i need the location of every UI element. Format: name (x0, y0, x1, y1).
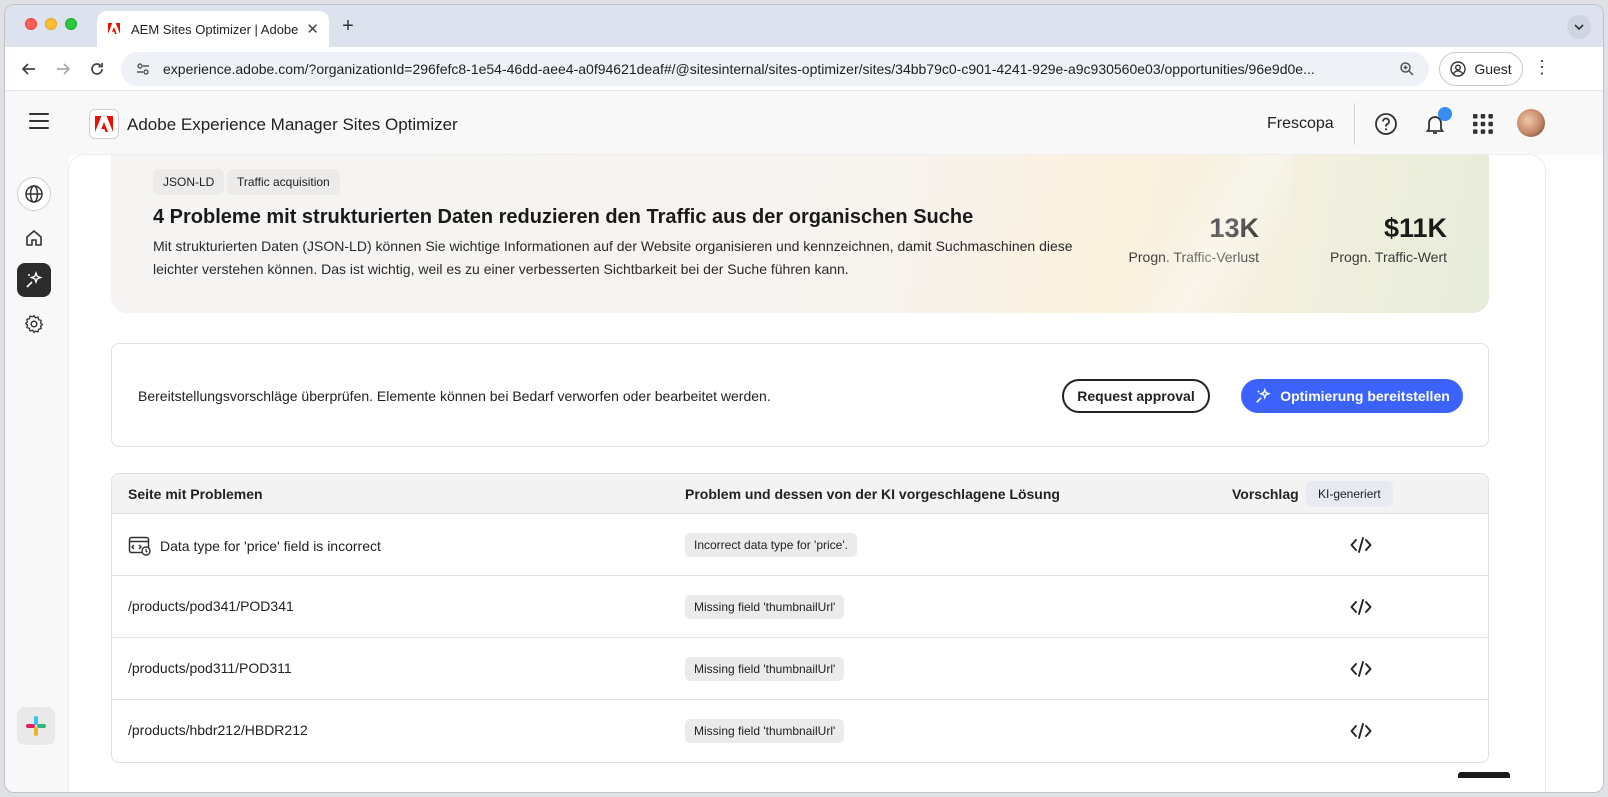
deploy-instructions: Bereitstellungsvorschläge überprüfen. El… (138, 388, 771, 404)
globe-icon (25, 185, 43, 203)
tab-close-icon[interactable]: ✕ (306, 20, 319, 38)
back-button[interactable] (17, 57, 41, 81)
reload-icon (91, 63, 103, 75)
new-tab-button[interactable]: + (337, 15, 359, 38)
metric-value: $11K (1383, 213, 1447, 243)
page-cell: /products/pod341/POD341 (128, 598, 294, 614)
app-title: Adobe Experience Manager Sites Optimizer (127, 115, 458, 134)
site-settings-icon[interactable] (133, 59, 153, 79)
user-icon (1450, 61, 1467, 77)
app-header: Adobe Experience Manager Sites Optimizer… (5, 91, 1603, 155)
issue-badge: Missing field 'thumbnailUrl' (685, 719, 845, 743)
reload-button[interactable] (85, 57, 109, 81)
profile-button[interactable]: Guest (1439, 52, 1523, 86)
table-row[interactable]: Data type for 'price' field is incorrect… (112, 514, 1488, 576)
tab-search-button[interactable] (1567, 15, 1591, 39)
slack-icon (26, 716, 46, 736)
page-cell: /products/hbdr212/HBDR212 (128, 722, 308, 738)
column-header-suggestion[interactable]: Vorschlag (1232, 486, 1299, 502)
issue-badge: Incorrect data type for 'price'. (685, 533, 857, 557)
table-header: Seite mit Problemen Problem und dessen v… (112, 474, 1488, 514)
forward-button[interactable] (51, 57, 75, 81)
ai-generated-badge: KI-generiert (1306, 481, 1393, 507)
settings-button[interactable] (17, 307, 51, 341)
opportunity-description: Mit strukturierten Daten (JSON-LD) könne… (153, 238, 1073, 277)
page-path: /products/pod341/POD341 (128, 598, 294, 614)
arrow-right-icon (57, 63, 71, 75)
adobe-logo-icon[interactable] (89, 109, 119, 139)
tab-strip: AEM Sites Optimizer | Adobe ✕ + (5, 5, 1603, 47)
column-header-issue[interactable]: Problem und dessen von der KI vorgeschla… (685, 486, 1060, 502)
code-view-icon[interactable] (1349, 719, 1373, 743)
metric-label: Progn. Traffic-Verlust (1128, 249, 1259, 266)
tag-json-ld: JSON-LD (153, 169, 225, 195)
slack-button[interactable] (17, 707, 55, 745)
opportunity-title: 4 Probleme mit strukturierten Daten redu… (153, 206, 974, 228)
floating-control-edge (1458, 772, 1510, 778)
arrow-left-icon (21, 63, 35, 75)
deploy-optimization-button[interactable]: Optimierung bereitstellen (1241, 379, 1463, 413)
sparkle-icon (1256, 387, 1272, 403)
chevron-down-icon (1574, 24, 1584, 31)
header-divider (1354, 103, 1355, 145)
notification-badge (1438, 107, 1452, 121)
hamburger-menu-icon[interactable] (29, 113, 49, 129)
main-content: JSON-LD Traffic acquisition 4 Probleme m… (69, 155, 1545, 792)
structured-data-icon (128, 536, 151, 556)
home-button[interactable] (17, 221, 51, 255)
request-approval-button[interactable]: Request approval (1062, 379, 1210, 413)
url-text: experience.adobe.com/?organizationId=296… (163, 61, 1315, 77)
table-row[interactable]: /products/pod341/POD341 Missing field 't… (112, 576, 1488, 638)
guest-label: Guest (1474, 61, 1512, 77)
apps-grid-icon[interactable] (1470, 111, 1496, 137)
opportunity-hero: JSON-LD Traffic acquisition 4 Probleme m… (111, 155, 1489, 313)
browser-tab[interactable]: AEM Sites Optimizer | Adobe ✕ (97, 11, 329, 47)
code-view-icon[interactable] (1349, 657, 1373, 681)
page-path: /products/hbdr212/HBDR212 (128, 722, 308, 738)
tag-traffic-acquisition: Traffic acquisition (227, 169, 340, 195)
gear-icon (24, 314, 44, 334)
page-path: Data type for 'price' field is incorrect (160, 538, 381, 554)
deploy-button-label: Optimierung bereitstellen (1280, 388, 1450, 404)
issues-table: Seite mit Problemen Problem und dessen v… (111, 473, 1489, 763)
browser-toolbar: experience.adobe.com/?organizationId=296… (5, 47, 1603, 91)
metric-traffic-value: $11K Progn. Traffic-Wert (1330, 213, 1447, 265)
user-avatar[interactable] (1517, 109, 1545, 137)
tab-title: AEM Sites Optimizer | Adobe (131, 21, 299, 37)
minimize-window-button[interactable] (45, 18, 57, 30)
sparkle-icon (26, 270, 43, 288)
adobe-favicon-icon (107, 22, 121, 36)
table-row[interactable]: /products/hbdr212/HBDR212 Missing field … (112, 700, 1488, 762)
address-bar[interactable]: experience.adobe.com/?organizationId=296… (121, 52, 1429, 86)
column-header-page[interactable]: Seite mit Problemen (128, 486, 263, 502)
code-view-icon[interactable] (1349, 595, 1373, 619)
browser-window: AEM Sites Optimizer | Adobe ✕ + experien… (4, 4, 1604, 793)
page-path: /products/pod311/POD311 (128, 660, 292, 676)
issue-badge: Missing field 'thumbnailUrl' (685, 657, 845, 681)
table-row[interactable]: /products/pod311/POD311 Missing field 't… (112, 638, 1488, 700)
zoom-icon[interactable] (1397, 61, 1417, 77)
left-rail (5, 155, 69, 792)
maximize-window-button[interactable] (65, 18, 77, 30)
org-switcher[interactable]: Frescopa (1267, 115, 1334, 133)
opportunities-button[interactable] (17, 263, 51, 297)
metric-traffic-loss: 13K Progn. Traffic-Verlust (1129, 213, 1259, 265)
browser-menu-icon[interactable]: ⋮ (1533, 57, 1551, 78)
issue-badge: Missing field 'thumbnailUrl' (685, 595, 845, 619)
page-cell: Data type for 'price' field is incorrect (128, 536, 381, 556)
deploy-card: Bereitstellungsvorschläge überprüfen. El… (111, 343, 1489, 447)
metric-label: Progn. Traffic-Wert (1330, 249, 1447, 266)
close-window-button[interactable] (25, 18, 37, 30)
sites-globe-button[interactable] (17, 177, 51, 211)
page-cell: /products/pod311/POD311 (128, 660, 292, 676)
help-icon[interactable] (1373, 111, 1399, 137)
metric-value: 13K (1209, 213, 1259, 243)
code-view-icon[interactable] (1349, 533, 1373, 557)
home-icon (26, 230, 42, 246)
